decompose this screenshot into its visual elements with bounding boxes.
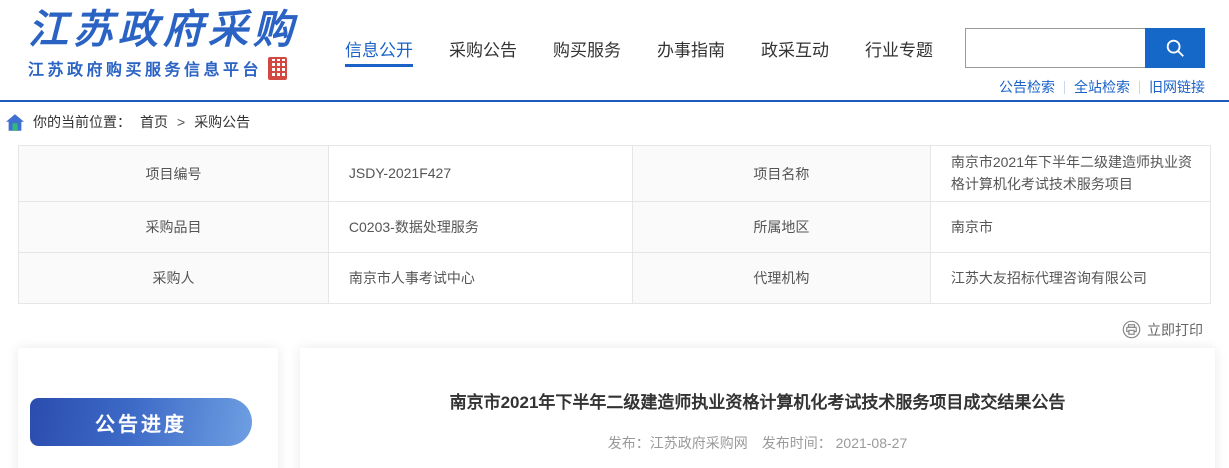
link-divider (1064, 81, 1065, 94)
table-row: 采购品目 C0203-数据处理服务 所属地区 南京市 (19, 202, 1211, 253)
page: 江苏政府采购 江苏政府购买服务信息平台 信息公开 采购公告 购买服务 办事指南 … (0, 0, 1229, 468)
search-links: 公告检索 全站检索 旧网链接 (965, 77, 1205, 97)
breadcrumb-current[interactable]: 采购公告 (194, 112, 250, 132)
nav-item-interaction[interactable]: 政采互动 (761, 36, 829, 75)
print-button[interactable]: 立即打印 (1122, 320, 1203, 340)
home-icon (6, 114, 24, 131)
red-seal-icon (268, 57, 287, 80)
nav-item-info-disclosure[interactable]: 信息公开 (345, 36, 413, 75)
cell-project-number-label: 项目编号 (19, 146, 329, 202)
cell-procurement-category-label: 采购品目 (19, 202, 329, 253)
logo-subtitle-row: 江苏政府购买服务信息平台 (28, 56, 298, 80)
print-label: 立即打印 (1147, 320, 1203, 340)
table-row: 采购人 南京市人事考试中心 代理机构 江苏大友招标代理咨询有限公司 (19, 253, 1211, 304)
search-button[interactable] (1145, 28, 1205, 68)
nav-item-procurement-notice[interactable]: 采购公告 (449, 36, 517, 75)
nav-item-industry-topics[interactable]: 行业专题 (865, 36, 933, 75)
cell-procurement-category-value: C0203-数据处理服务 (328, 202, 632, 253)
logo-title: 江苏政府采购 (28, 6, 298, 54)
main-nav: 信息公开 采购公告 购买服务 办事指南 政采互动 行业专题 (345, 36, 933, 75)
announcement-meta: 发布：江苏政府采购网发布时间： 2021-08-27 (300, 433, 1215, 453)
nav-item-purchase-service[interactable]: 购买服务 (553, 36, 621, 75)
cell-agency-value: 江苏大友招标代理咨询有限公司 (930, 253, 1210, 304)
link-announcement-search[interactable]: 公告检索 (999, 77, 1055, 97)
content-section: 公告进度 南京市2021年下半年二级建造师执业资格计算机化考试技术服务项目成交结… (0, 340, 1229, 468)
breadcrumb-home[interactable]: 首页 (140, 112, 168, 132)
link-divider (1139, 81, 1140, 94)
logo-subtitle: 江苏政府购买服务信息平台 (28, 56, 262, 80)
table-row: 项目编号 JSDY-2021F427 项目名称 南京市2021年下半年二级建造师… (19, 146, 1211, 202)
cell-project-name-label: 项目名称 (632, 146, 930, 202)
search-input[interactable] (965, 28, 1145, 68)
publisher-value: 江苏政府采购网 (650, 435, 748, 451)
cell-region-label: 所属地区 (632, 202, 930, 253)
nav-item-service-guide[interactable]: 办事指南 (657, 36, 725, 75)
publish-time-value: 2021-08-27 (836, 435, 908, 451)
cell-project-number-value: JSDY-2021F427 (328, 146, 632, 202)
print-row: 立即打印 (0, 304, 1229, 340)
site-header: 江苏政府采购 江苏政府购买服务信息平台 信息公开 采购公告 购买服务 办事指南 … (0, 0, 1229, 100)
cell-agency-label: 代理机构 (632, 253, 930, 304)
publish-time-label: 发布时间： (762, 435, 832, 451)
site-logo[interactable]: 江苏政府采购 江苏政府购买服务信息平台 (28, 6, 298, 80)
announcement-panel: 南京市2021年下半年二级建造师执业资格计算机化考试技术服务项目成交结果公告 发… (300, 348, 1215, 468)
search-row (965, 28, 1205, 68)
cell-purchaser-label: 采购人 (19, 253, 329, 304)
left-sidebar: 公告进度 (18, 348, 278, 468)
breadcrumb-separator: > (177, 114, 185, 130)
breadcrumb: 你的当前位置： 首页 > 采购公告 (0, 102, 1229, 142)
announcement-progress-button[interactable]: 公告进度 (30, 398, 252, 446)
link-old-site[interactable]: 旧网链接 (1149, 77, 1205, 97)
cell-region-value: 南京市 (930, 202, 1210, 253)
search-area: 公告检索 全站检索 旧网链接 (965, 28, 1205, 97)
announcement-title: 南京市2021年下半年二级建造师执业资格计算机化考试技术服务项目成交结果公告 (300, 388, 1215, 413)
printer-icon (1122, 320, 1141, 339)
cell-purchaser-value: 南京市人事考试中心 (328, 253, 632, 304)
cell-project-name-value: 南京市2021年下半年二级建造师执业资格计算机化考试技术服务项目 (930, 146, 1210, 202)
publisher-label: 发布： (608, 435, 650, 451)
link-site-search[interactable]: 全站检索 (1074, 77, 1130, 97)
breadcrumb-prefix: 你的当前位置： (33, 112, 131, 132)
project-info-table: 项目编号 JSDY-2021F427 项目名称 南京市2021年下半年二级建造师… (18, 145, 1211, 304)
search-icon (1164, 37, 1186, 59)
